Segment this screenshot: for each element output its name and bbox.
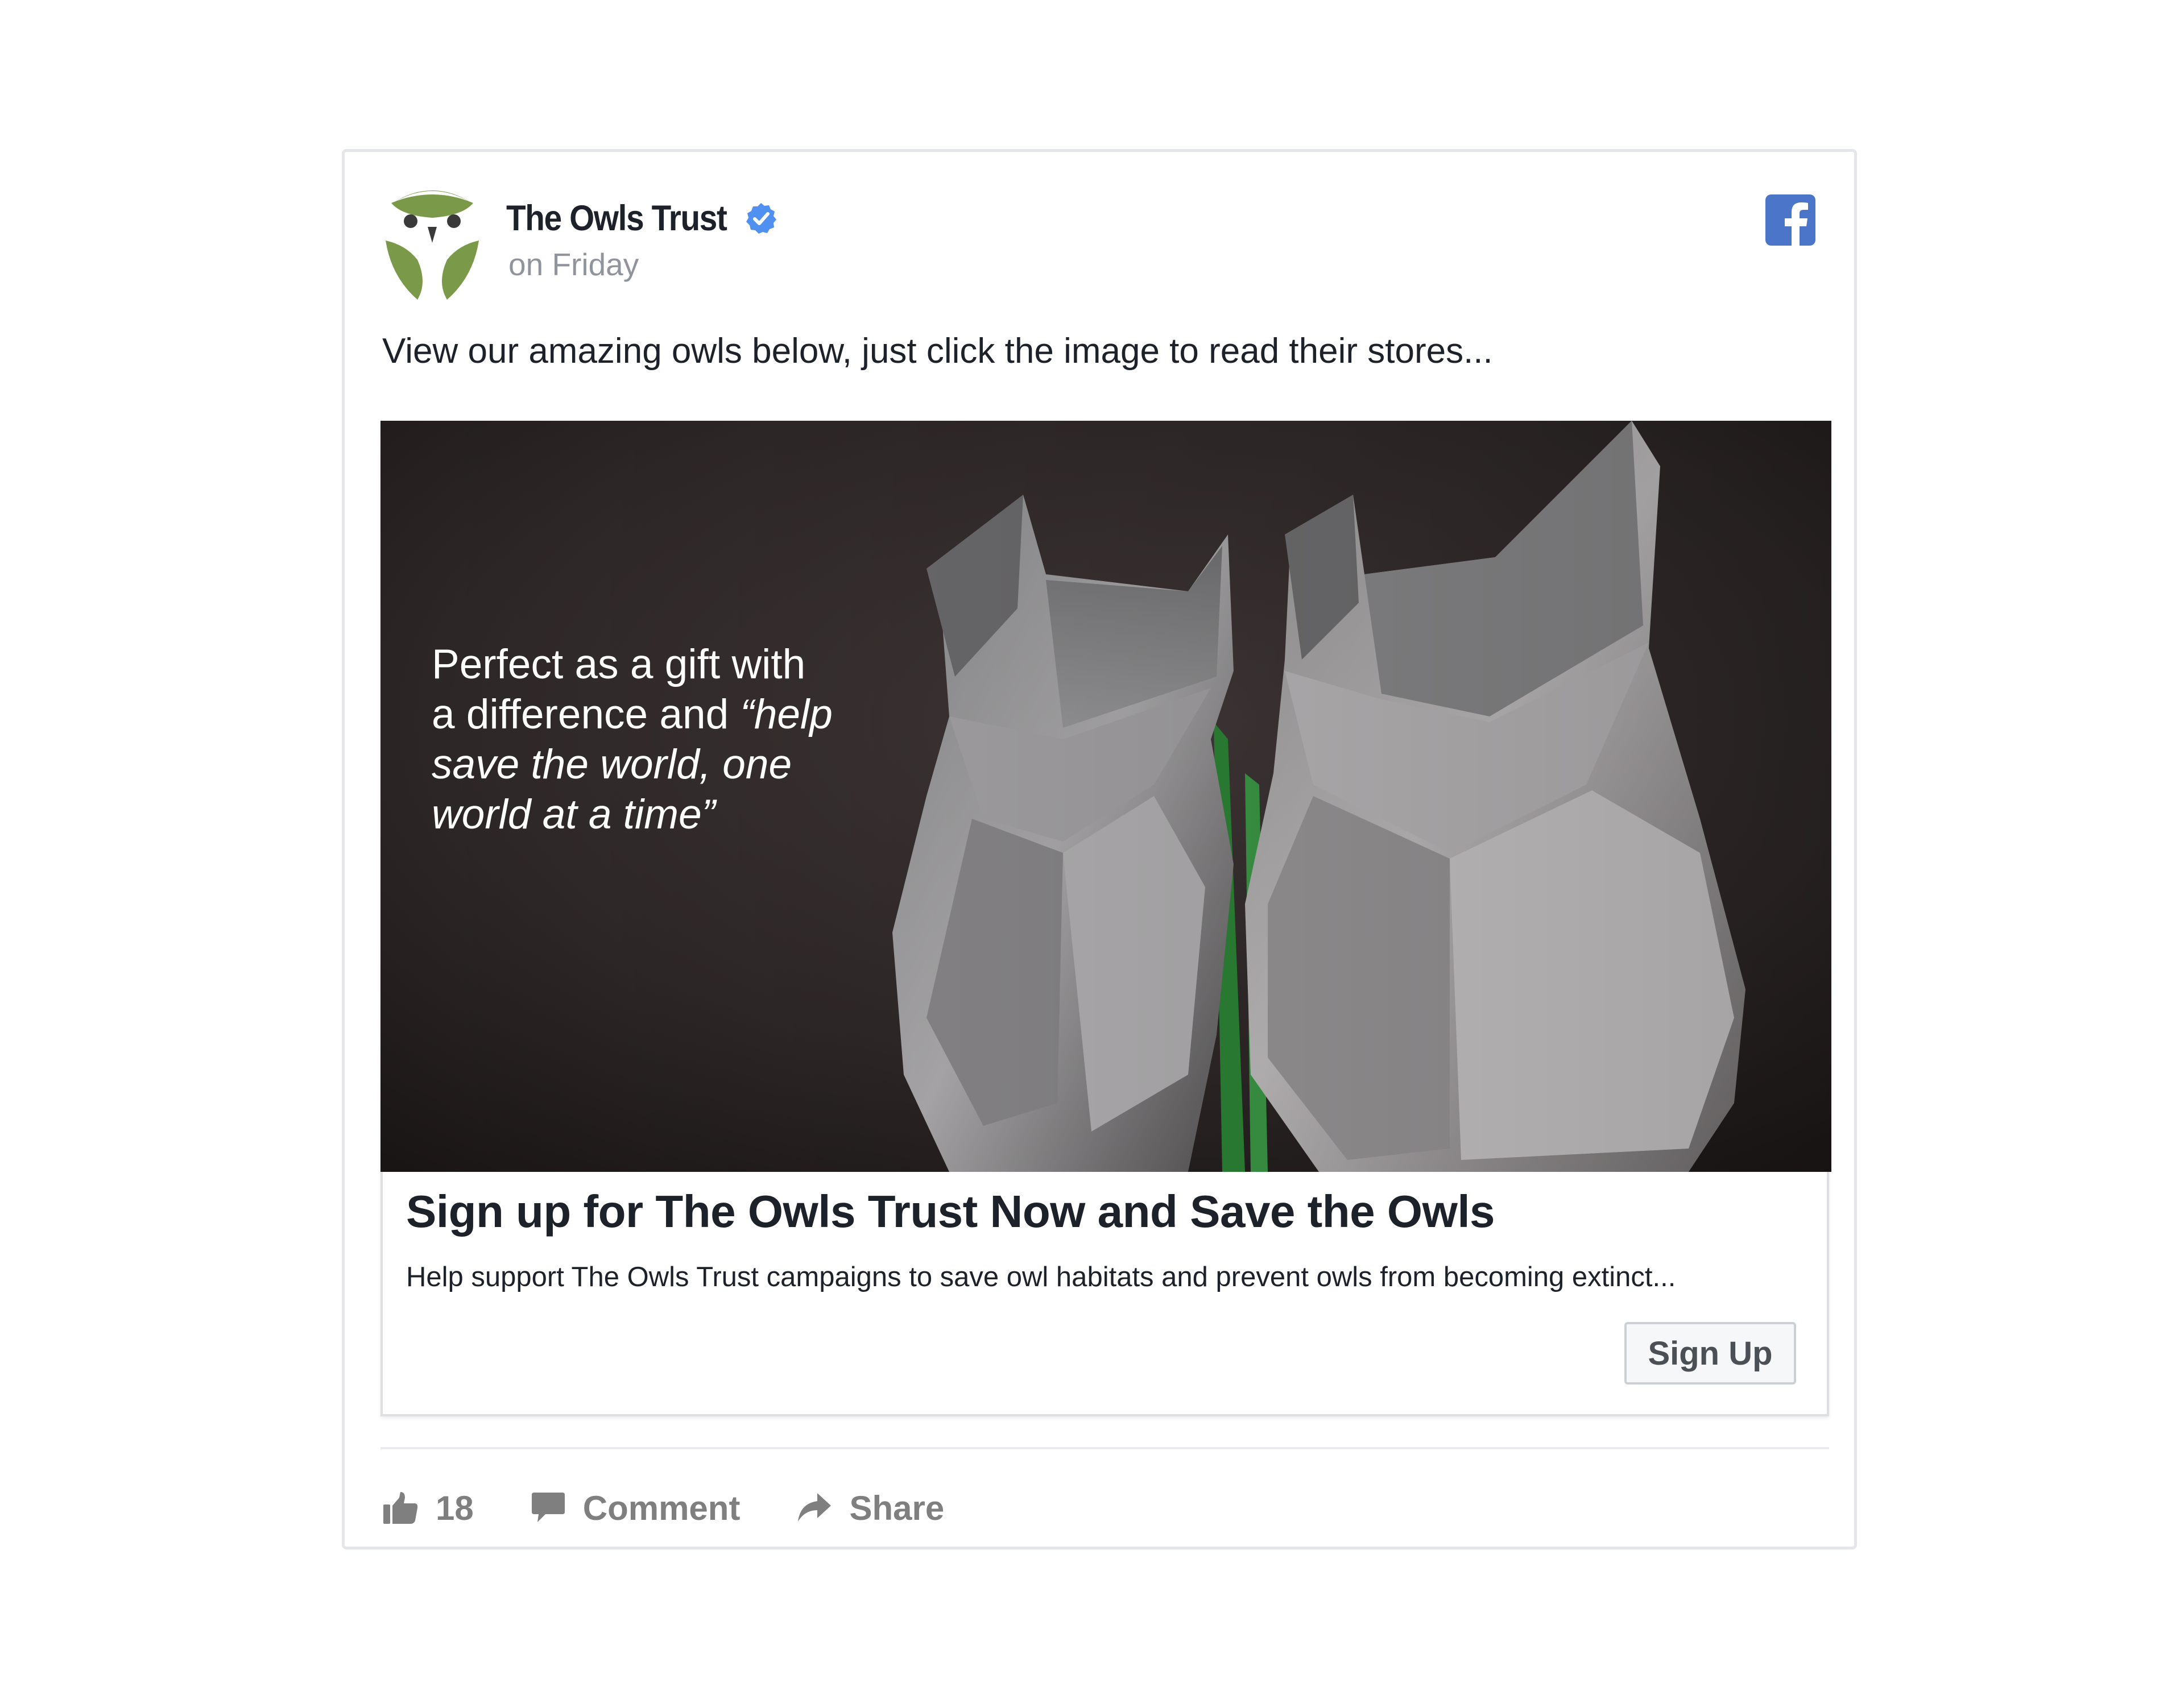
link-description: Help support The Owls Trust campaigns to…: [406, 1262, 1676, 1292]
share-button[interactable]: Share: [797, 1489, 944, 1528]
hero-text-line3: save the world, one: [432, 741, 792, 788]
hero-image[interactable]: Perfect as a gift with a difference and …: [380, 421, 1831, 1172]
like-count: 18: [436, 1489, 474, 1527]
comment-bubble-icon: [531, 1493, 565, 1522]
sign-up-button[interactable]: Sign Up: [1624, 1322, 1796, 1385]
thumbs-up-icon: [383, 1492, 418, 1524]
verified-badge-icon: [746, 203, 776, 234]
like-button[interactable]: 18: [382, 1489, 474, 1528]
post-timestamp[interactable]: on Friday: [508, 246, 639, 283]
hero-text-line2: a difference and: [432, 691, 741, 737]
comment-button[interactable]: Comment: [531, 1489, 741, 1528]
comment-label: Comment: [582, 1489, 741, 1527]
hero-overlay-text: Perfect as a gift with a difference and …: [432, 640, 898, 840]
link-preview-card[interactable]: Perfect as a gift with a difference and …: [380, 421, 1831, 1416]
share-arrow-icon: [798, 1493, 832, 1522]
actions-divider: [380, 1447, 1829, 1449]
hero-text-line4: world at a time”: [432, 791, 715, 838]
facebook-logo-icon: [1765, 194, 1815, 246]
post-message: View our amazing owls below, just click …: [382, 331, 1493, 371]
page-header: The Owls Trust: [506, 195, 777, 242]
page-name[interactable]: The Owls Trust: [506, 198, 727, 239]
facebook-post-card: The Owls Trust on Friday View our amazin…: [342, 149, 1857, 1549]
owl-logo-icon[interactable]: [383, 186, 481, 300]
hero-text-line1: Perfect as a gift with: [432, 641, 806, 687]
share-label: Share: [849, 1489, 945, 1527]
link-title[interactable]: Sign up for The Owls Trust Now and Save …: [406, 1186, 1495, 1238]
post-actions-bar: 18 Comment Share: [382, 1479, 1001, 1536]
hero-text-line2-em: “help: [740, 691, 833, 737]
